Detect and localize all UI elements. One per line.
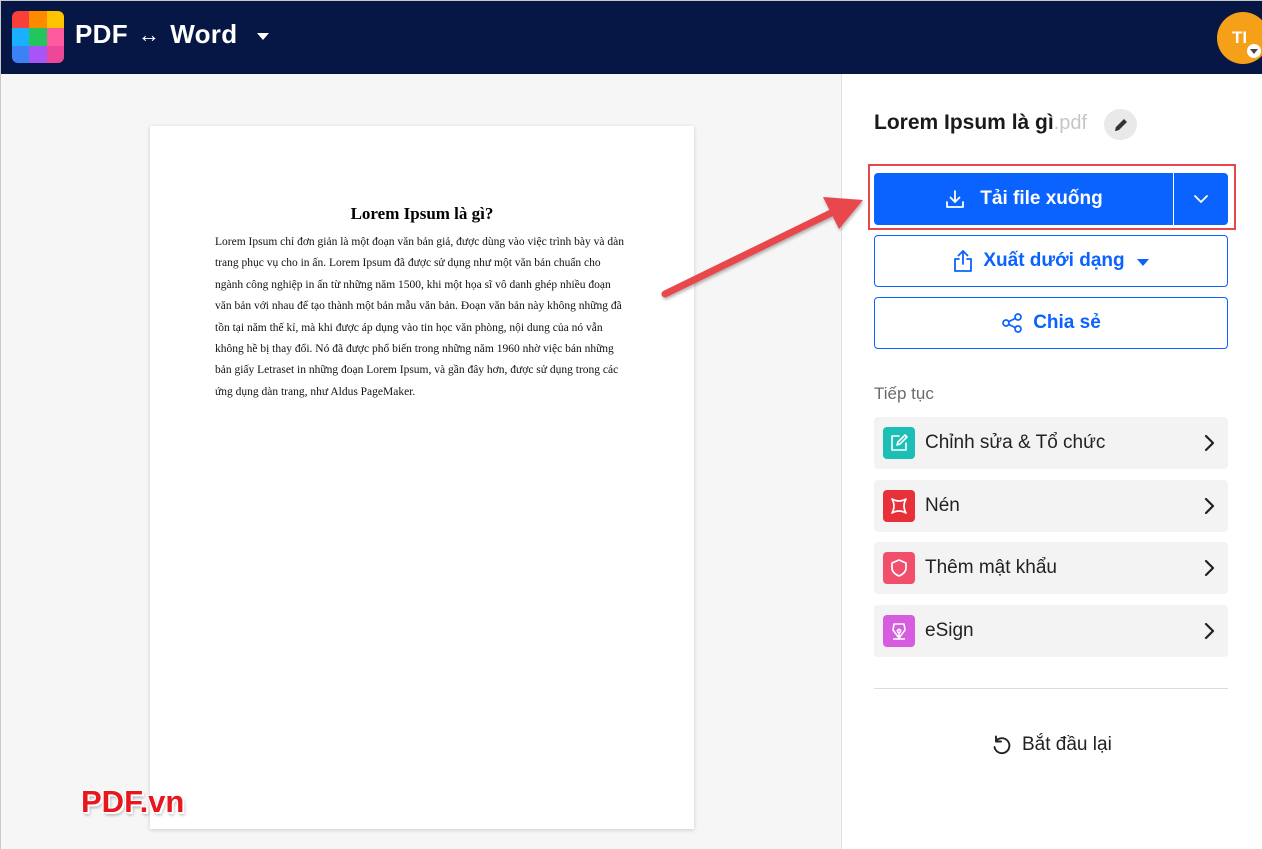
convert-arrow: ↔ bbox=[137, 21, 161, 47]
chevron-right-icon bbox=[1204, 559, 1215, 577]
document-page: Lorem Ipsum là gì? Lorem Ipsum chỉ đơn g… bbox=[150, 126, 694, 829]
app-header: PDF ↔ Word TI bbox=[1, 1, 1262, 74]
avatar-initials: TI bbox=[1232, 28, 1248, 47]
share-button[interactable]: Chia sẻ bbox=[874, 297, 1228, 349]
actions-panel: Lorem Ipsum là gì .pdf Tải file xuống Xu… bbox=[842, 74, 1262, 849]
edit-organize-icon bbox=[883, 427, 915, 459]
continue-section-label: Tiếp tục bbox=[874, 384, 934, 403]
caret-down-icon bbox=[257, 32, 270, 40]
restart-icon bbox=[993, 735, 1011, 755]
file-name-label: Lorem Ipsum là gì bbox=[874, 111, 1054, 134]
share-icon bbox=[1002, 313, 1023, 333]
shield-icon bbox=[883, 552, 915, 584]
chevron-right-icon bbox=[1204, 622, 1215, 640]
download-button[interactable]: Tải file xuống bbox=[874, 173, 1173, 225]
chevron-down-icon bbox=[1194, 195, 1208, 203]
document-title: Lorem Ipsum là gì? bbox=[350, 204, 494, 223]
tool-label: Chỉnh sửa & Tổ chức bbox=[925, 432, 1106, 453]
app-logo-icon[interactable] bbox=[12, 11, 64, 63]
tool-esign[interactable]: eSign bbox=[874, 605, 1228, 657]
tool-label: Nén bbox=[925, 495, 960, 516]
caret-down-icon bbox=[1136, 258, 1149, 266]
tool-compress[interactable]: Nén bbox=[874, 480, 1228, 532]
start-over-button[interactable]: Bắt đầu lại bbox=[990, 734, 1112, 756]
tool-edit-organize[interactable]: Chỉnh sửa & Tổ chức bbox=[874, 417, 1228, 469]
export-label: Xuất dưới dạng bbox=[983, 250, 1125, 271]
export-icon bbox=[954, 250, 973, 272]
document-body: Lorem Ipsum chỉ đơn giản là một đoạn văn… bbox=[215, 236, 624, 398]
share-label: Chia sẻ bbox=[1033, 312, 1101, 333]
avatar[interactable]: TI bbox=[1217, 12, 1262, 64]
pencil-icon bbox=[1114, 118, 1127, 131]
section-divider bbox=[874, 688, 1228, 689]
file-name: Lorem Ipsum là gì .pdf bbox=[874, 111, 1087, 135]
tool-label: eSign bbox=[925, 620, 974, 641]
tool-add-password[interactable]: Thêm mật khẩu bbox=[874, 542, 1228, 594]
download-label: Tải file xuống bbox=[980, 188, 1103, 209]
compress-icon bbox=[883, 490, 915, 522]
start-over-label: Bắt đầu lại bbox=[1022, 734, 1112, 755]
app-from-label: PDF bbox=[75, 19, 128, 49]
chevron-right-icon bbox=[1204, 434, 1215, 452]
pen-nib-icon bbox=[883, 615, 915, 647]
export-as-button[interactable]: Xuất dưới dạng bbox=[874, 235, 1228, 287]
document-preview: Lorem Ipsum là gì? Lorem Ipsum chỉ đơn g… bbox=[1, 74, 841, 849]
file-extension: .pdf bbox=[1053, 112, 1088, 134]
app-switcher[interactable]: PDF ↔ Word bbox=[75, 19, 270, 50]
tool-label: Thêm mật khẩu bbox=[925, 557, 1057, 578]
watermark: PDF.vn bbox=[81, 784, 185, 819]
download-icon bbox=[946, 190, 965, 208]
rename-button[interactable] bbox=[1104, 109, 1137, 140]
avatar-caret-icon bbox=[1247, 44, 1261, 58]
download-options-button[interactable] bbox=[1174, 173, 1228, 225]
app-to-label: Word bbox=[170, 19, 238, 49]
chevron-right-icon bbox=[1204, 497, 1215, 515]
